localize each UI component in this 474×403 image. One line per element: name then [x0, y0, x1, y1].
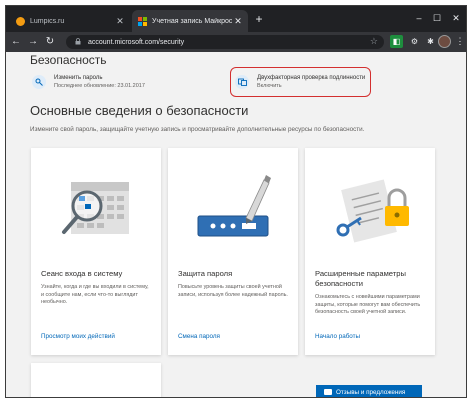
- quick-item-subtitle: Включить: [257, 83, 282, 89]
- tab-close-icon[interactable]: ✕: [232, 16, 244, 27]
- microsoft-favicon-icon: [138, 16, 147, 26]
- minimize-button[interactable]: –: [412, 11, 426, 25]
- close-window-button[interactable]: ✕: [449, 11, 463, 25]
- password-pencil-icon: [197, 175, 271, 237]
- card-title: Расширенные параметры безопасности: [315, 269, 406, 288]
- card-title: Сеанс входа в систему: [41, 269, 123, 278]
- lock-icon[interactable]: [72, 37, 84, 47]
- get-started-link[interactable]: Начало работы: [315, 333, 360, 340]
- tab-close-icon[interactable]: ✕: [114, 16, 126, 27]
- feedback-button[interactable]: Отзывы и предложения: [316, 385, 422, 397]
- back-button[interactable]: ←: [9, 35, 23, 49]
- chat-icon: [324, 389, 332, 395]
- browser-window: Lumpics.ru ✕ Учетная запись Майкрософт |…: [5, 5, 467, 398]
- change-password-link[interactable]: Смена пароля: [178, 333, 220, 340]
- new-tab-button[interactable]: +: [252, 12, 266, 26]
- tab-title: Lumpics.ru: [30, 17, 65, 25]
- extension-icon[interactable]: ◧: [390, 35, 403, 48]
- card-description: Повысьте уровень защиты своей учетной за…: [178, 284, 288, 298]
- padlock-keys-icon: [336, 179, 409, 243]
- forward-button[interactable]: →: [26, 35, 40, 49]
- two-factor-item[interactable]: Двухфакторная проверка подлинности Включ…: [230, 67, 371, 97]
- tab-strip: Lumpics.ru ✕ Учетная запись Майкрософт |…: [6, 6, 466, 32]
- card-description: Ознакомьтесь с новейшими параметрами защ…: [315, 294, 421, 315]
- quick-item-subtitle: Последнее обновление: 23.01.2017: [54, 83, 145, 89]
- browser-menu-icon[interactable]: ⋮: [455, 35, 465, 48]
- feedback-label: Отзывы и предложения: [336, 388, 406, 396]
- quick-item-title: Двухфакторная проверка подлинности: [257, 75, 366, 81]
- profile-avatar[interactable]: [438, 35, 451, 48]
- card-title: Защита пароля: [178, 269, 233, 278]
- tab-lumpics[interactable]: Lumpics.ru ✕: [10, 10, 130, 32]
- puzzle-extensions-icon[interactable]: ✱: [424, 35, 437, 48]
- maximize-button[interactable]: ☐: [430, 11, 444, 25]
- url-text: account.microsoft.com/security: [88, 38, 185, 46]
- page-content: Безопасность Изменить пароль Последнее о…: [6, 52, 466, 397]
- card-password-protection: Защита пароля Повысьте уровень защиты св…: [168, 148, 298, 355]
- reload-button[interactable]: ↻: [43, 35, 57, 49]
- card-advanced-security: Расширенные параметры безопасности Ознак…: [305, 148, 435, 355]
- page-subtitle: Измените свой пароль, защищайте учетную …: [30, 126, 365, 133]
- card-description: Узнайте, когда и где вы входили в систем…: [41, 284, 149, 305]
- card-partial: [31, 363, 161, 397]
- bookmark-star-icon[interactable]: ☆: [370, 36, 378, 47]
- section-title: Безопасность: [30, 53, 107, 67]
- extension-settings-icon[interactable]: ⚙: [408, 35, 421, 48]
- address-bar[interactable]: account.microsoft.com/security ☆: [66, 35, 384, 49]
- quick-item-title: Изменить пароль: [54, 75, 103, 81]
- change-password-item[interactable]: Изменить пароль Последнее обновление: 23…: [32, 68, 145, 96]
- lumpics-favicon-icon: [16, 16, 25, 26]
- card-sign-in-activity: Сеанс входа в систему Узнайте, когда и г…: [31, 148, 161, 355]
- key-icon: [32, 75, 46, 89]
- page-title: Основные сведения о безопасности: [30, 103, 249, 118]
- tab-microsoft-account[interactable]: Учетная запись Майкрософт | Б ✕: [132, 10, 248, 32]
- tab-title: Учетная запись Майкрософт | Б: [152, 17, 232, 25]
- two-factor-icon: [235, 75, 249, 89]
- view-activity-link[interactable]: Просмотр моих действий: [41, 333, 115, 340]
- activity-magnifier-icon: [62, 182, 129, 234]
